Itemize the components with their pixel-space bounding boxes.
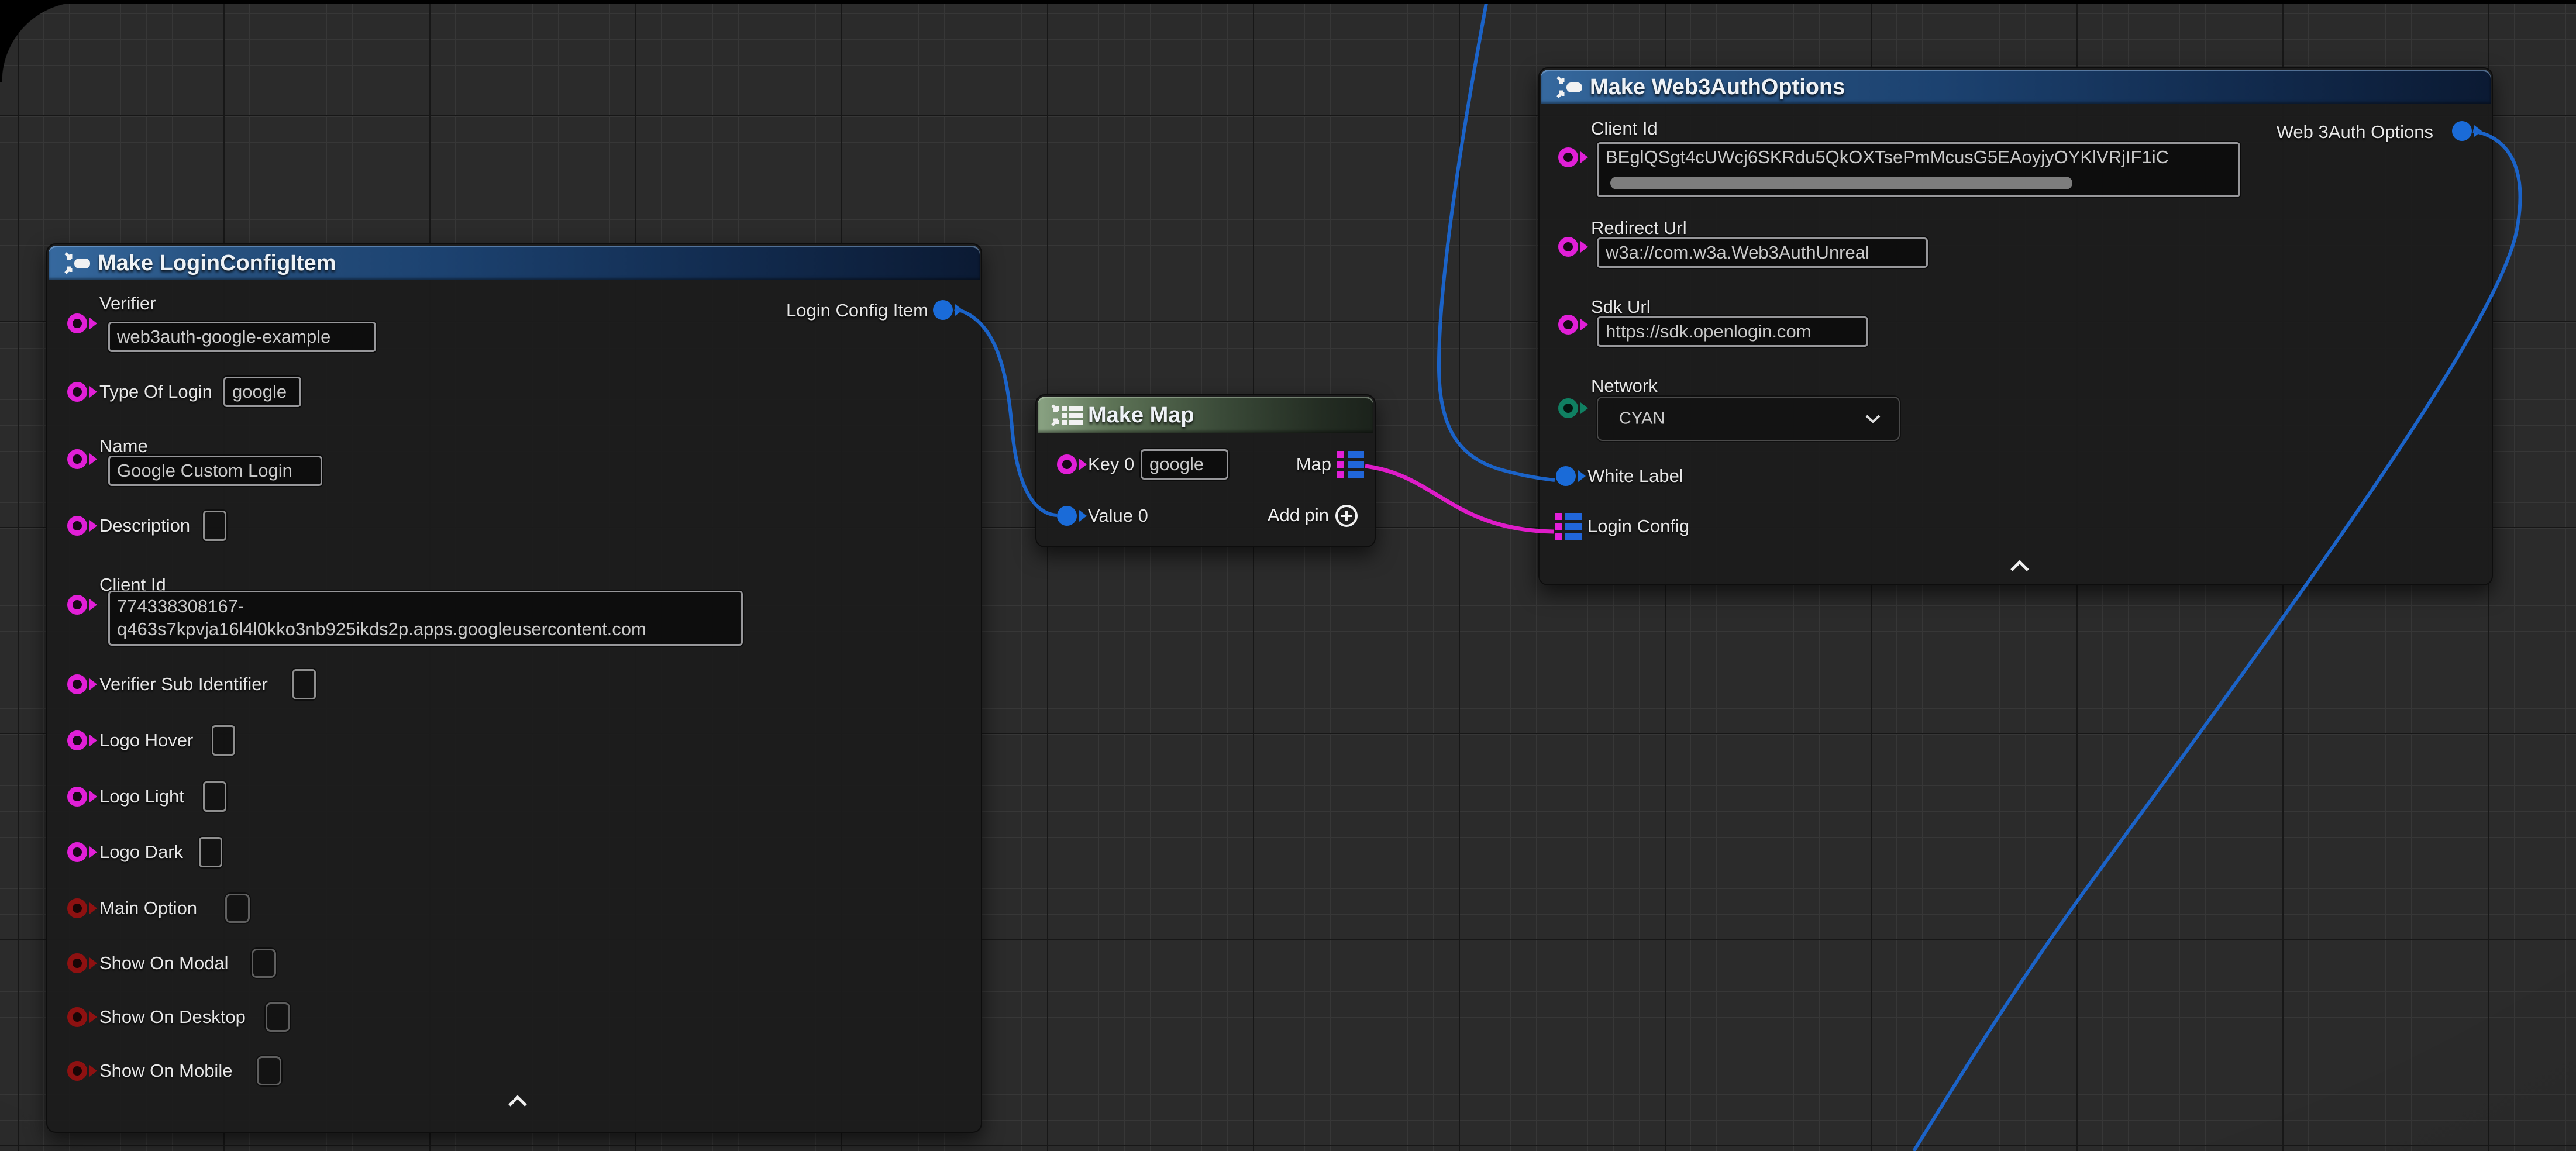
node-title: Make Web3AuthOptions [1590,75,1845,100]
node-header[interactable]: Make Web3AuthOptions [1541,70,2491,104]
collapse-chevron-icon[interactable] [2007,559,2033,574]
label-logo-dark: Logo Dark [99,841,183,863]
canvas-rounded-corner [0,0,82,82]
label-verifier: Verifier [99,292,156,315]
label-logo-hover: Logo Hover [99,729,193,752]
pin-in-show-on-mobile[interactable] [67,1061,87,1081]
add-pin-button[interactable]: Add pin [1268,505,1329,526]
client-id-field[interactable]: BEglQSgt4cUWcj6SKRdu5QkOXTsePmMcusG5EAoy… [1597,142,2240,197]
label-client-id: Client Id [1591,118,1658,140]
pin-in-main-option[interactable] [67,898,87,918]
pin-in-logo-hover[interactable] [67,730,87,750]
label-logo-light: Logo Light [99,785,184,808]
pin-in-verifier-sub-identifier[interactable] [67,674,87,694]
pin-in-show-on-desktop[interactable] [67,1007,87,1027]
pin-in-type-of-login[interactable] [67,382,87,402]
pin-in-logo-dark[interactable] [67,842,87,862]
node-title: Make Map [1088,403,1194,428]
show-on-mobile-checkbox[interactable] [257,1056,281,1085]
logo-hover-value-box[interactable] [212,725,235,756]
verifier-field[interactable] [108,322,376,352]
logo-dark-value-box[interactable] [199,837,222,867]
label-verifier-sub-identifier: Verifier Sub Identifier [99,673,268,695]
make-struct-icon [1555,74,1586,100]
label-show-on-modal: Show On Modal [99,952,229,974]
pin-in-redirect-url[interactable] [1558,237,1578,257]
label-show-on-desktop: Show On Desktop [99,1006,246,1028]
pin-in-verifier[interactable] [67,313,87,333]
pin-in-client-id[interactable] [67,595,87,615]
show-on-modal-checkbox[interactable] [252,949,276,978]
label-key0: Key 0 [1088,453,1134,475]
node-make-web3authoptions[interactable]: Make Web3AuthOptions Web 3Auth Options C… [1538,67,2493,585]
pin-in-description[interactable] [67,516,87,536]
output-pin-label: Map [1296,453,1331,475]
chevron-down-icon [1865,414,1881,423]
redirect-url-field[interactable] [1597,237,1928,268]
label-main-option: Main Option [99,897,197,919]
sdk-url-field[interactable] [1597,316,1868,347]
label-name: Name [99,435,148,457]
label-redirect-url: Redirect Url [1591,217,1687,239]
label-sdk-url: Sdk Url [1591,296,1651,318]
node-make-map[interactable]: Make Map Key 0 Map Value 0 Add pin [1035,394,1376,547]
network-select[interactable]: CYAN [1597,397,1900,441]
label-value0: Value 0 [1088,505,1148,527]
pin-in-sdk-url[interactable] [1558,315,1578,335]
node-header[interactable]: Make LoginConfigItem [49,246,980,280]
wire-top-to-white-label[interactable] [1439,0,1555,480]
client-id-field[interactable]: 774338308167- q463s7kpvja16l4l0kko3nb925… [108,591,743,646]
node-header[interactable]: Make Map [1038,397,1373,433]
field-scrollbar[interactable] [1610,177,2072,189]
node-title: Make LoginConfigItem [98,251,336,276]
label-login-config: Login Config [1587,515,1689,537]
type-of-login-field[interactable] [223,377,301,407]
plus-circle-icon[interactable] [1335,504,1358,528]
label-show-on-mobile: Show On Mobile [99,1060,232,1082]
pin-in-name[interactable] [67,449,87,469]
description-value-box[interactable] [203,511,226,541]
key0-field[interactable] [1141,449,1228,480]
pin-in-login-config-icon[interactable] [1555,512,1582,541]
pin-out-web3auth-options[interactable] [2452,121,2472,141]
label-type-of-login: Type Of Login [99,381,212,403]
pin-in-show-on-modal[interactable] [67,953,87,973]
pin-out-map-icon[interactable] [1337,450,1364,479]
pin-in-client-id[interactable] [1558,147,1578,167]
pin-in-value0[interactable] [1057,506,1077,526]
output-pin-label: Web 3Auth Options [2277,121,2433,143]
pin-in-logo-light[interactable] [67,787,87,807]
pin-in-network[interactable] [1558,398,1578,418]
verifier-sub-identifier-value-box[interactable] [292,669,316,699]
blueprint-graph-canvas[interactable]: Make LoginConfigItem Login Config Item V… [0,0,2576,1151]
make-map-icon [1049,402,1087,428]
logo-light-value-box[interactable] [203,781,226,812]
canvas-top-edge [0,0,2576,4]
main-option-checkbox[interactable] [225,894,250,923]
output-pin-label: Login Config Item [786,299,928,322]
pin-out-login-config-item[interactable] [933,300,953,320]
pin-in-white-label[interactable] [1556,466,1576,486]
label-description: Description [99,515,190,537]
collapse-chevron-icon[interactable] [505,1094,531,1109]
pin-in-key0[interactable] [1057,454,1077,474]
node-make-loginconfigitem[interactable]: Make LoginConfigItem Login Config Item V… [46,243,982,1133]
name-field[interactable] [108,456,322,486]
label-white-label: White Label [1587,465,1683,487]
network-selected-value: CYAN [1619,409,1665,429]
label-network: Network [1591,375,1658,397]
show-on-desktop-checkbox[interactable] [266,1002,290,1032]
make-struct-icon [63,250,94,276]
